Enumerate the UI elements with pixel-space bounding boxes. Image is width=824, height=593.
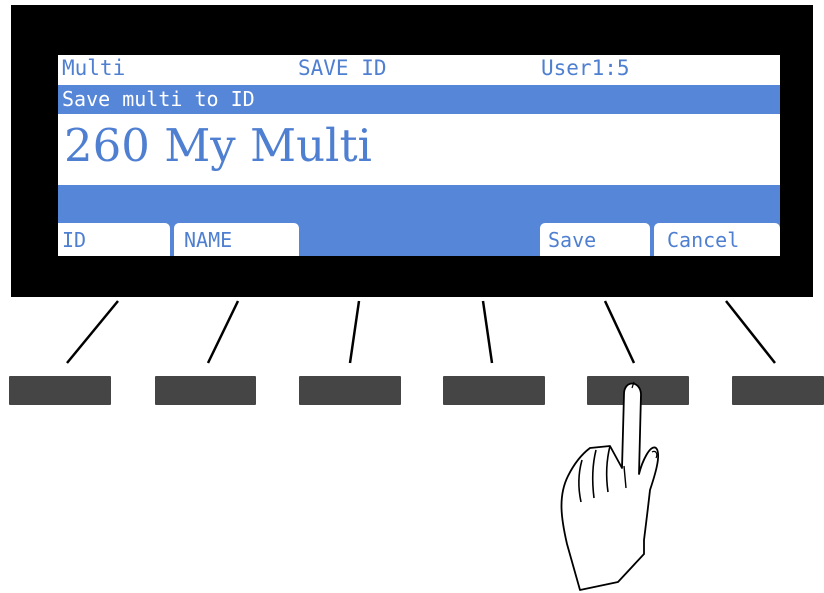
button-leader-lines [66, 300, 776, 364]
hardware-soft-button-2[interactable] [155, 376, 256, 405]
soft-button-labels: ID NAME Save Cancel [58, 223, 780, 256]
soft-button-name-label: NAME [184, 228, 233, 252]
soft-button-name[interactable]: NAME [174, 223, 299, 256]
pointing-hand-icon [560, 381, 660, 591]
subtitle-text: Save multi to ID [62, 87, 255, 111]
hardware-soft-button-5[interactable] [587, 376, 689, 405]
soft-button-id-label: ID [62, 228, 87, 252]
bank-indicator: User1:5 [541, 56, 630, 80]
hardware-soft-button-3[interactable] [299, 376, 401, 405]
lcd-screen: Multi SAVE ID User1:5 Save multi to ID 2… [58, 55, 780, 256]
page-title: SAVE ID [298, 56, 387, 80]
soft-button-cancel-label: Cancel [667, 228, 740, 252]
hardware-soft-button-4[interactable] [443, 376, 545, 405]
soft-button-save-label: Save [548, 228, 597, 252]
soft-button-cancel[interactable]: Cancel [654, 223, 780, 256]
hardware-soft-button-6[interactable] [732, 376, 824, 405]
soft-button-save[interactable]: Save [540, 223, 650, 256]
soft-button-id[interactable]: ID [58, 223, 170, 256]
hardware-soft-button-1[interactable] [9, 376, 111, 405]
multi-id-name-value: 260 My Multi [64, 119, 372, 172]
subtitle-bar: Save multi to ID [58, 85, 780, 114]
mode-label: Multi [62, 56, 126, 80]
